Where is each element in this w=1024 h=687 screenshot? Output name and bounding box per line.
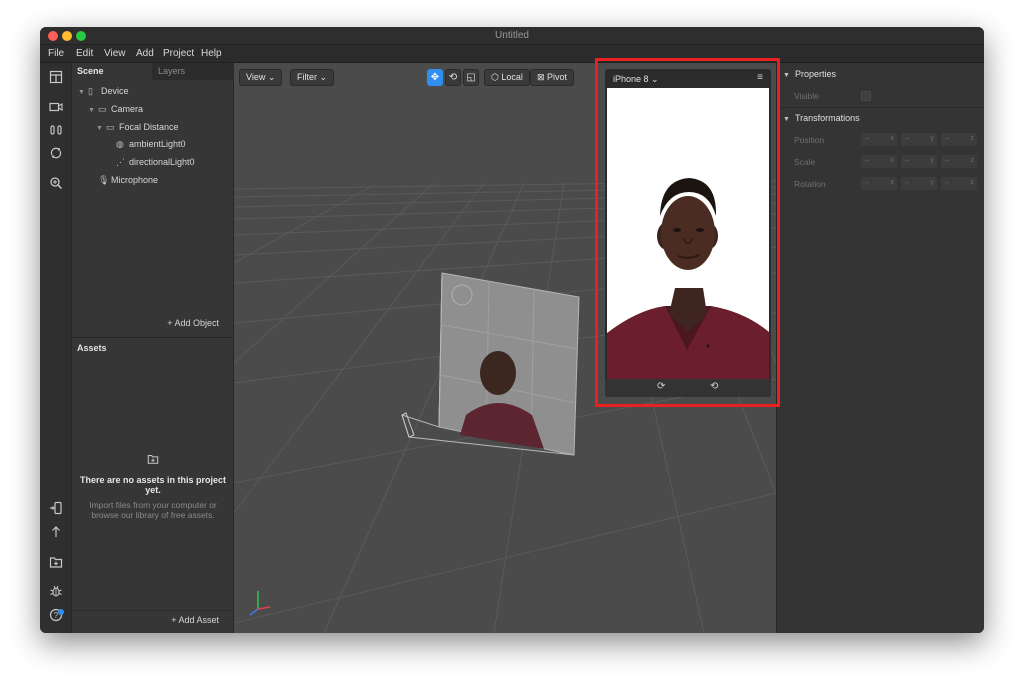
scale-tool-button[interactable]: ◱ <box>463 69 479 86</box>
tree-item-ambient-light[interactable]: ◍ ambientLight0 <box>116 136 186 152</box>
scale-x-input[interactable]: – x <box>861 155 897 168</box>
tree-item-device[interactable]: ▼ ▯ Device <box>78 83 129 99</box>
properties-header[interactable]: ▼ Properties <box>783 69 836 79</box>
sync-icon[interactable] <box>48 146 64 162</box>
scale-y-input[interactable]: – y <box>901 155 937 168</box>
scene-panel: Scene Layers ▼ ▯ Device ▼ ▭ Camera ▼ ▭ Focal D… <box>72 63 234 337</box>
directional-light-icon: ⋰ <box>116 157 125 167</box>
move-icon: ✥ <box>430 72 440 83</box>
device-add-icon[interactable] <box>48 501 64 517</box>
collapse-arrow-icon: ▼ <box>783 72 790 79</box>
rotate-icon: ⟲ <box>448 72 458 83</box>
assets-empty-hint: Import files from your computer or brows… <box>89 500 217 520</box>
focal-icon: ▭ <box>106 122 115 132</box>
collapse-arrow-icon: ▼ <box>783 116 790 123</box>
pivot-icon: ⊠ <box>537 72 548 82</box>
move-tool-button[interactable]: ✥ <box>427 69 443 86</box>
app-window: Untitled File Edit View Add Project Help <box>40 27 984 633</box>
rotation-x-input[interactable]: – x <box>861 177 897 190</box>
properties-panel: ▼ Properties Visible ▼ Transformations Pos… <box>776 63 984 633</box>
title-bar: Untitled <box>40 27 984 45</box>
camera-icon: ▭ <box>98 104 107 114</box>
scale-z-input[interactable]: – z <box>941 155 977 168</box>
visible-label: Visible <box>794 91 819 101</box>
layout-icon[interactable] <box>48 70 64 86</box>
upload-icon[interactable] <box>48 525 64 541</box>
left-toolbar: ? <box>40 63 72 633</box>
expand-arrow-icon[interactable]: ▼ <box>96 121 106 137</box>
record-icon[interactable] <box>48 123 64 139</box>
properties-divider <box>777 107 984 108</box>
filter-dropdown[interactable]: Filter ⌄ <box>290 69 335 86</box>
pivot-toggle-button[interactable]: ⊠ Pivot <box>530 69 575 86</box>
menu-project[interactable]: Project <box>163 48 194 59</box>
expand-arrow-icon[interactable]: ▼ <box>88 103 98 119</box>
rotation-z-input[interactable]: – z <box>941 177 977 190</box>
assets-panel: Assets There are no assets in this proje… <box>72 338 234 633</box>
menu-file[interactable]: File <box>48 48 64 59</box>
rotate-tool-button[interactable]: ⟲ <box>445 69 461 86</box>
cube-icon: ⬡ <box>491 72 502 82</box>
menu-add[interactable]: Add <box>136 48 154 59</box>
menu-bar: File Edit View Add Project Help <box>40 45 984 63</box>
position-x-input[interactable]: – x <box>861 133 897 146</box>
tree-item-microphone[interactable]: 🎙 Microphone <box>98 172 158 188</box>
scale-icon: ◱ <box>466 72 476 83</box>
notification-badge <box>58 609 64 615</box>
tree-item-camera[interactable]: ▼ ▭ Camera <box>88 101 143 117</box>
assets-footer-divider <box>72 610 234 611</box>
folder-add-icon <box>147 453 159 468</box>
assets-title: Assets <box>77 343 107 353</box>
menu-help[interactable]: Help <box>201 48 222 59</box>
tree-item-focal-distance[interactable]: ▼ ▭ Focal Distance <box>96 119 179 135</box>
position-y-input[interactable]: – y <box>901 133 937 146</box>
tab-layers[interactable]: Layers <box>152 63 234 80</box>
tab-scene[interactable]: Scene <box>72 63 152 80</box>
position-label: Position <box>794 135 825 145</box>
add-object-button[interactable]: + Add Object <box>167 318 219 328</box>
transformations-header[interactable]: ▼ Transformations <box>783 113 860 123</box>
scene-plane[interactable] <box>401 272 580 456</box>
menu-view[interactable]: View <box>104 48 126 59</box>
expand-arrow-icon[interactable]: ▼ <box>78 85 88 101</box>
tree-item-directional-light[interactable]: ⋰ directionalLight0 <box>116 154 195 170</box>
video-icon[interactable] <box>48 100 64 116</box>
microphone-icon: 🎙 <box>98 175 110 185</box>
folder-add-icon[interactable] <box>48 555 64 571</box>
axis-gizmo <box>249 591 271 616</box>
scale-label: Scale <box>794 157 816 167</box>
position-z-input[interactable]: – z <box>941 133 977 146</box>
menu-edit[interactable]: Edit <box>76 48 93 59</box>
window-title: Untitled <box>495 30 529 41</box>
visible-checkbox[interactable] <box>861 91 871 101</box>
bug-icon[interactable] <box>48 584 64 600</box>
device-icon: ▯ <box>88 86 93 96</box>
zoom-icon[interactable] <box>48 176 64 192</box>
local-toggle-button[interactable]: ⬡ Local <box>484 69 530 86</box>
simulator-highlight-box <box>595 58 780 407</box>
add-asset-button[interactable]: + Add Asset <box>171 615 219 625</box>
view-dropdown[interactable]: View ⌄ <box>239 69 283 86</box>
rotation-label: Rotation <box>794 179 826 189</box>
scene-tabs: Scene Layers <box>72 63 234 80</box>
rotation-y-input[interactable]: – y <box>901 177 937 190</box>
ambient-light-icon: ◍ <box>116 139 124 149</box>
assets-empty-message: There are no assets in this project yet. <box>79 475 227 495</box>
